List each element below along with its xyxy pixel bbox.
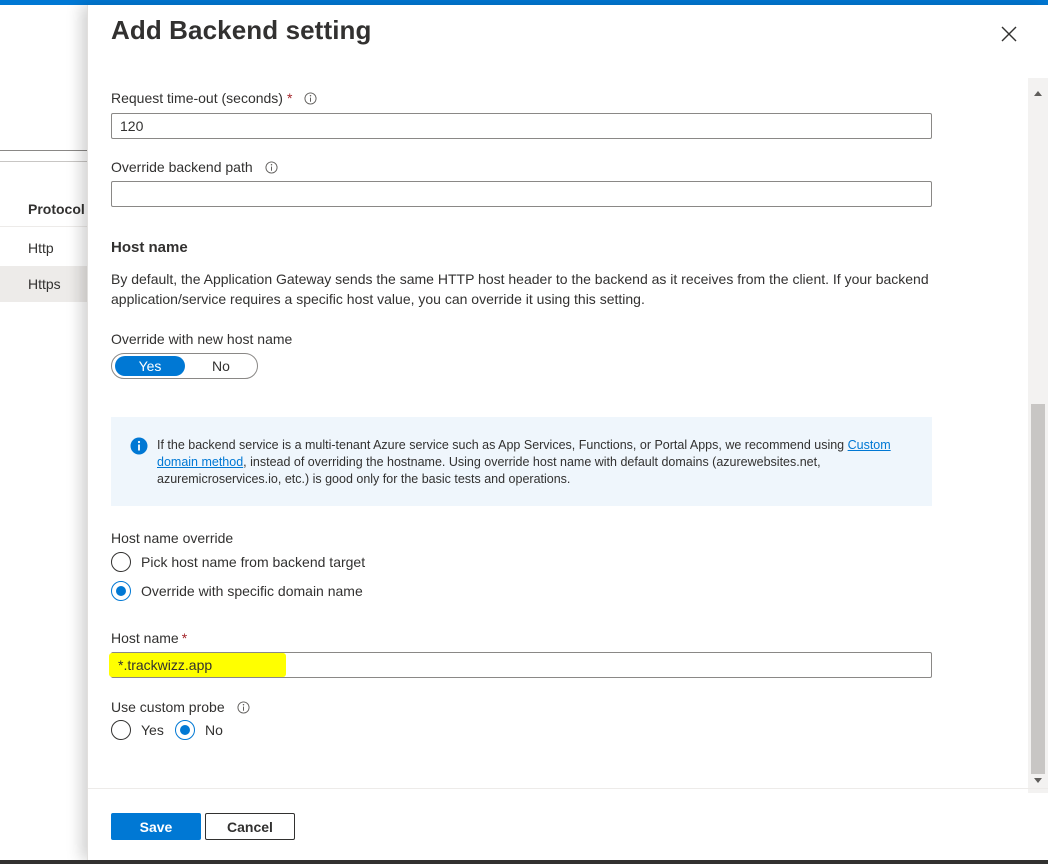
divider [0, 150, 90, 151]
radio-label: No [205, 722, 223, 738]
host-name-value: *.trackwizz.app [109, 653, 287, 677]
request-timeout-label-text: Request time-out (seconds) [111, 90, 283, 106]
table-row[interactable]: Https [0, 266, 90, 302]
radio-button[interactable] [111, 552, 131, 572]
table-row[interactable]: Http [0, 230, 90, 266]
cancel-button[interactable]: Cancel [205, 813, 295, 840]
host-name-label: Host name * [111, 630, 187, 646]
scrollbar[interactable] [1028, 78, 1048, 793]
scrollbar-thumb[interactable] [1031, 404, 1045, 774]
info-icon[interactable] [236, 701, 250, 714]
close-icon [1001, 26, 1017, 42]
radio-button[interactable] [111, 720, 131, 740]
use-custom-probe-label: Use custom probe [111, 699, 250, 715]
close-button[interactable] [996, 21, 1022, 47]
radio-label: Pick host name from backend target [141, 554, 366, 570]
info-text-start: If the backend service is a multi-tenant… [157, 438, 848, 452]
add-backend-setting-panel: Add Backend setting Request time-out (se… [87, 5, 1048, 860]
radio-button-checked[interactable] [111, 581, 131, 601]
use-custom-probe-label-text: Use custom probe [111, 699, 225, 715]
host-name-description: By default, the Application Gateway send… [111, 271, 929, 307]
divider [0, 226, 90, 227]
host-name-override-label: Host name override [111, 530, 234, 546]
radio-custom-probe-no[interactable]: No [175, 719, 223, 741]
background-page: Protocol Http Https [0, 5, 90, 864]
table-header-protocol: Protocol [28, 201, 85, 217]
save-button[interactable]: Save [111, 813, 201, 840]
override-backend-path-input[interactable] [111, 181, 932, 207]
info-icon[interactable] [304, 92, 317, 105]
triangle-down-icon [1034, 778, 1042, 783]
host-name-label-text: Host name [111, 630, 179, 646]
divider [0, 161, 90, 162]
toggle-no-option[interactable]: No [186, 356, 256, 376]
host-name-input[interactable]: *.trackwizz.app [109, 652, 932, 678]
info-message-text: If the backend service is a multi-tenant… [157, 437, 917, 488]
request-timeout-input[interactable] [111, 113, 932, 139]
radio-label: Override with specific domain name [141, 583, 363, 599]
scroll-up-button[interactable] [1028, 86, 1048, 100]
required-asterisk: * [286, 90, 293, 106]
override-host-name-label: Override with new host name [111, 331, 293, 347]
info-icon[interactable] [264, 161, 278, 174]
required-asterisk: * [181, 630, 188, 646]
override-host-name-toggle[interactable]: Yes No [111, 353, 258, 379]
request-timeout-label: Request time-out (seconds) * [111, 90, 317, 106]
radio-override-domain-name[interactable]: Override with specific domain name [111, 580, 363, 602]
radio-custom-probe-yes[interactable]: Yes [111, 719, 164, 741]
radio-pick-host-name[interactable]: Pick host name from backend target [111, 551, 365, 573]
override-backend-path-label-text: Override backend path [111, 159, 253, 175]
info-text-end: , instead of overriding the hostname. Us… [157, 455, 821, 486]
info-filled-icon [130, 437, 148, 455]
panel-title: Add Backend setting [111, 15, 372, 45]
bottom-edge [0, 860, 1048, 864]
info-message-box: If the backend service is a multi-tenant… [111, 417, 932, 506]
radio-label: Yes [141, 722, 164, 738]
triangle-up-icon [1034, 91, 1042, 96]
scroll-down-button[interactable] [1028, 774, 1048, 788]
radio-button-checked[interactable] [175, 720, 195, 740]
toggle-yes-option[interactable]: Yes [115, 356, 185, 376]
footer-divider [88, 788, 1048, 789]
override-backend-path-label: Override backend path [111, 159, 278, 175]
host-name-section-title: Host name [111, 239, 188, 256]
